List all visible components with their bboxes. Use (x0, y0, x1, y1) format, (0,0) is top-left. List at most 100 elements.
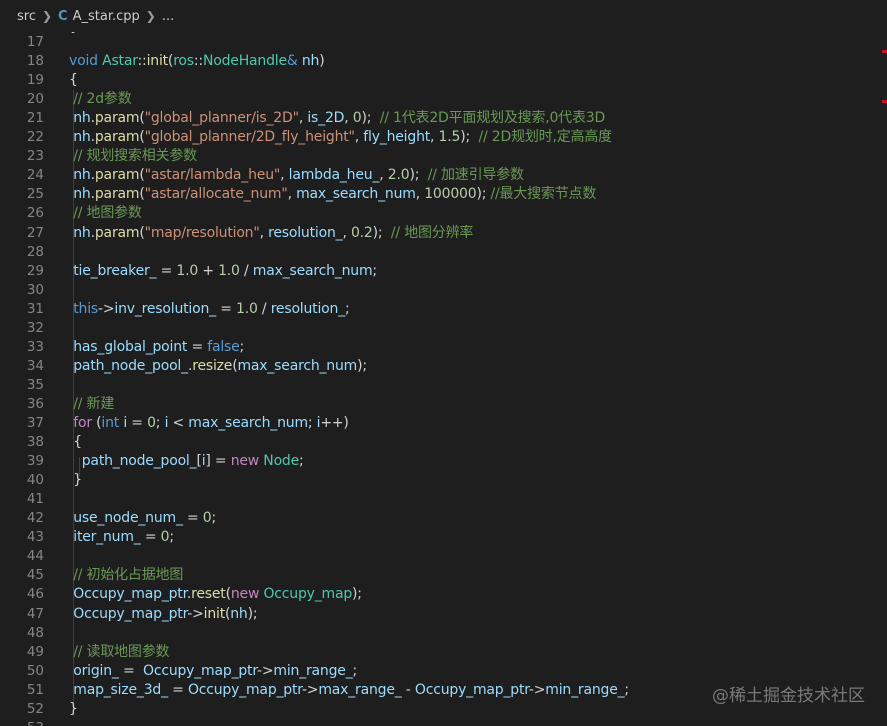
code-line[interactable]: 22 nh.param("global_planner/2D_fly_heigh… (0, 128, 887, 147)
breadcrumb-symbol-ellipsis[interactable]: ... (162, 9, 174, 24)
code-token: new (230, 586, 260, 603)
code-line[interactable]: 23 // 规划搜索相关参数 (0, 147, 887, 166)
code-line[interactable]: 30 (0, 281, 887, 300)
code-line[interactable]: 21 nh.param("global_planner/is_2D", is_2… (0, 109, 887, 128)
code-line[interactable]: 38 { (0, 433, 887, 452)
code-token: Occupy_map_ptr (69, 605, 188, 622)
code-editor[interactable]: } 1718 void Astar::init(ros::NodeHandle& … (0, 32, 887, 726)
code-token: 1.0 (176, 262, 199, 279)
code-token: / (239, 262, 253, 279)
breadcrumb: src ❯ C A_star.cpp ❯ ... (0, 0, 887, 32)
code-token: Occupy_map_ptr (414, 681, 529, 698)
code-token: map_size_3d_ (69, 681, 168, 698)
code-token: i (119, 415, 128, 431)
code-text: iter_num_ = 0; (69, 528, 174, 547)
breadcrumb-folder[interactable]: src (17, 9, 36, 24)
breadcrumb-file[interactable]: A_star.cpp (73, 9, 140, 24)
code-token: Occupy_map_ptr (69, 586, 187, 603)
code-text: void Astar::init(ros::NodeHandle& nh) (69, 52, 325, 71)
code-line[interactable]: 32 (0, 319, 887, 338)
code-token: for (69, 415, 92, 431)
code-token: // 读取地图参数 (69, 643, 170, 660)
code-line[interactable]: 45 // 初始化占据地图 (0, 566, 887, 585)
code-token: ; (352, 662, 358, 679)
code-line[interactable]: 37 for (int i = 0; i < max_search_num; i… (0, 414, 887, 433)
code-line[interactable]: 40 } (0, 471, 887, 490)
code-token: ) (319, 53, 325, 70)
code-token: // 新建 (69, 395, 115, 412)
code-line[interactable]: 36 // 新建 (0, 395, 887, 414)
code-token: < (168, 415, 189, 431)
code-token: = (215, 300, 236, 317)
code-token: "astar/lambda_heu" (144, 167, 281, 184)
code-line[interactable]: 18 void Astar::init(ros::NodeHandle& nh) (0, 52, 887, 71)
code-line[interactable]: 26 // 地图参数 (0, 204, 887, 223)
code-line[interactable]: 25 nh.param("astar/allocate_num", max_se… (0, 185, 887, 204)
code-line[interactable]: 33 has_global_point = false; (0, 338, 887, 357)
line-number: 26 (26, 205, 44, 222)
line-number: 25 (26, 186, 44, 203)
code-text: nh.param("astar/lambda_heu", lambda_heu_… (69, 166, 524, 185)
code-line[interactable]: 27 nh.param("map/resolution", resolution… (0, 224, 887, 243)
code-token: inv_resolution_ (114, 300, 216, 317)
code-token: ); (357, 357, 367, 374)
code-line[interactable]: 19 { (0, 71, 887, 90)
code-token: resolution_ (270, 300, 346, 317)
code-text: path_node_pool_[i] = new Node; (69, 452, 304, 471)
scrollbar-marker (882, 100, 887, 103)
line-number: 39 (26, 453, 44, 470)
code-line[interactable]: 28 (0, 243, 887, 262)
line-number: 20 (26, 91, 44, 108)
code-token: ); (247, 605, 258, 622)
line-number: 52 (26, 700, 44, 717)
code-line[interactable]: 44 (0, 547, 887, 566)
line-number: 46 (26, 586, 44, 603)
code-token: param (94, 224, 140, 241)
code-line[interactable]: 34 path_node_pool_.resize(max_search_num… (0, 357, 887, 376)
code-line[interactable]: 20 // 2d参数 (0, 90, 887, 109)
code-line[interactable]: 50 origin_ = Occupy_map_ptr->min_range_; (0, 662, 887, 681)
code-line[interactable]: 29 tie_breaker_ = 1.0 + 1.0 / max_search… (0, 262, 887, 281)
line-number: 33 (26, 338, 44, 355)
code-token: ); (361, 110, 380, 127)
code-token: Occupy_map_ptr (143, 662, 257, 679)
code-token: lambda_heu_ (288, 167, 380, 184)
code-line[interactable]: 46 Occupy_map_ptr.reset(new Occupy_map); (0, 585, 887, 604)
code-text: use_node_num_ = 0; (69, 509, 216, 528)
code-line[interactable]: 17 (0, 33, 887, 52)
code-line[interactable]: 35 (0, 376, 887, 395)
code-token: has_global_point (69, 338, 188, 355)
line-number: 36 (26, 395, 44, 412)
code-text: } (69, 700, 78, 719)
line-number: 21 (26, 110, 44, 127)
line-number: 29 (26, 262, 44, 279)
code-line[interactable]: 48 (0, 624, 887, 643)
code-line[interactable]: 53 (0, 719, 887, 726)
code-token: use_node_num_ (69, 510, 183, 527)
code-line[interactable]: 24 nh.param("astar/lambda_heu", lambda_h… (0, 166, 887, 185)
line-number: 41 (26, 491, 44, 508)
code-token: :: (137, 53, 147, 70)
code-text: // 新建 (69, 395, 114, 414)
code-line[interactable]: 49 // 读取地图参数 (0, 643, 887, 662)
code-token: -> (187, 605, 204, 622)
code-token: // 1代表2D平面规划及搜索,0代表3D (379, 110, 606, 127)
code-line[interactable]: 31 this->inv_resolution_ = 1.0 / resolut… (0, 300, 887, 319)
code-token: void (69, 53, 103, 70)
line-number: 17 (26, 34, 44, 50)
line-number: 23 (26, 148, 44, 165)
code-token: //最大搜索节点数 (490, 186, 597, 203)
scrollbar-marker (882, 50, 887, 53)
line-number: 19 (26, 72, 44, 89)
line-number: 38 (26, 434, 44, 451)
line-number: 22 (26, 129, 44, 146)
code-line[interactable]: 41 (0, 490, 887, 509)
code-token: "map/resolution" (144, 224, 260, 241)
code-token: // 2d参数 (69, 91, 132, 108)
code-token: 0 (202, 510, 212, 527)
code-line[interactable]: 43 iter_num_ = 0; (0, 528, 887, 547)
code-line[interactable]: 42 use_node_num_ = 0; (0, 509, 887, 528)
code-line[interactable]: 39 path_node_pool_[i] = new Node; (0, 452, 887, 471)
code-line[interactable]: 47 Occupy_map_ptr->init(nh); (0, 605, 887, 624)
code-token: // 2D规划时,定高高度 (478, 129, 613, 146)
